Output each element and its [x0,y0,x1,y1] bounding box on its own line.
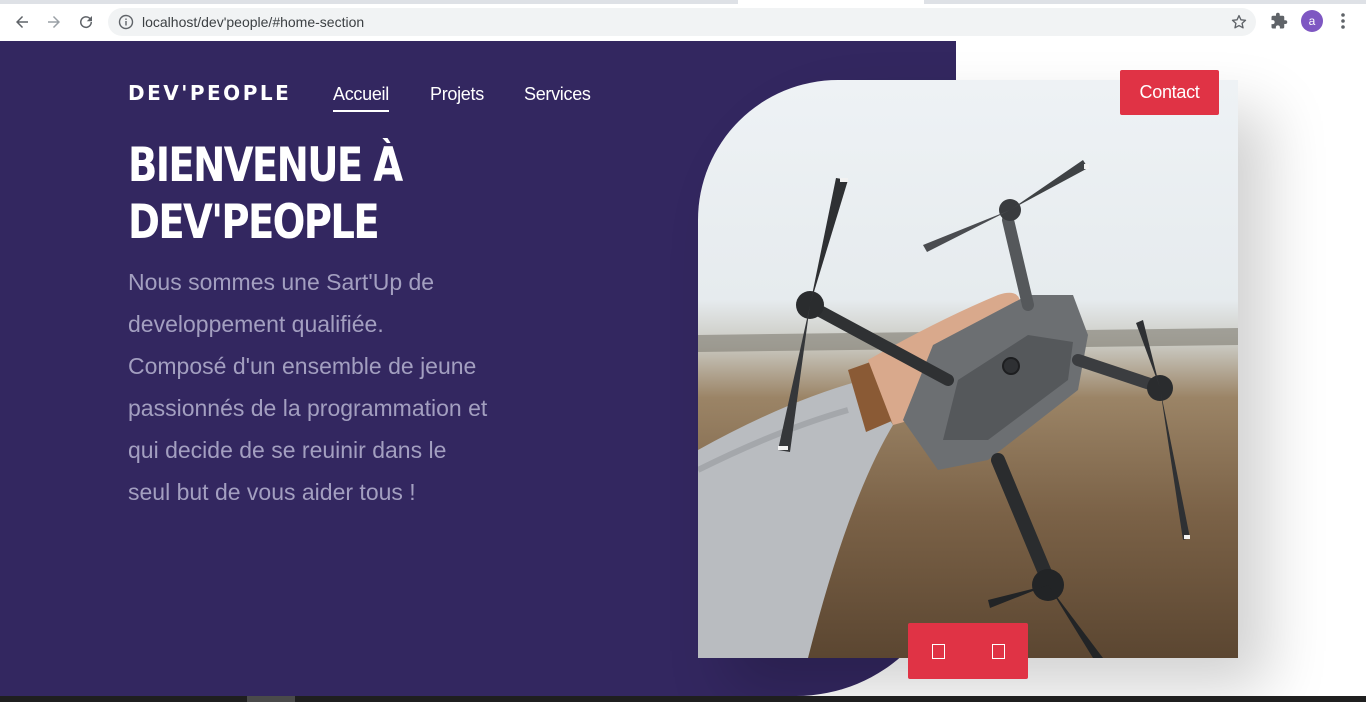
hero-intro-text: Nous sommes une Sart'Up de developpement… [128,269,488,505]
square-glyph-icon [991,643,1005,659]
url-text[interactable]: localhost/dev'people/#home-section [142,14,364,30]
address-bar[interactable]: localhost/dev'people/#home-section [108,8,1256,36]
home-section: DEV'PEOPLE Accueil Projets Services BIEN… [0,41,1366,696]
hero-headline: BIENVENUE À DEV'PEOPLE [128,137,472,251]
slider-next-button[interactable] [968,623,1028,679]
tab-strip [0,0,1366,4]
slider-prev-button[interactable] [908,623,968,679]
slider-controls [908,623,1028,679]
hero-drone-photo [698,80,1238,658]
forward-arrow-icon[interactable] [42,10,66,34]
taskbar [0,696,1366,702]
star-icon[interactable] [1230,13,1248,31]
nav-link-accueil[interactable]: Accueil [333,84,389,112]
nav-link-projets[interactable]: Projets [430,84,484,105]
active-tab[interactable] [738,0,924,4]
nav-link-services[interactable]: Services [524,84,591,105]
info-icon[interactable] [118,14,134,30]
drone-illustration [698,160,1238,658]
back-arrow-icon[interactable] [10,10,34,34]
hero-headline-line2: DEV'PEOPLE [128,195,380,250]
browser-toolbar: localhost/dev'people/#home-section a [0,0,1366,41]
extensions-puzzle-icon[interactable] [1270,12,1288,30]
square-glyph-icon [931,643,945,659]
hero-headline-line1: BIENVENUE À [128,138,403,193]
profile-avatar[interactable]: a [1301,10,1323,32]
site-logo[interactable]: DEV'PEOPLE [128,81,291,105]
contact-button[interactable]: Contact [1120,70,1219,115]
kebab-menu-icon[interactable] [1336,12,1350,30]
taskbar-item[interactable] [247,696,295,702]
reload-icon[interactable] [74,10,98,34]
